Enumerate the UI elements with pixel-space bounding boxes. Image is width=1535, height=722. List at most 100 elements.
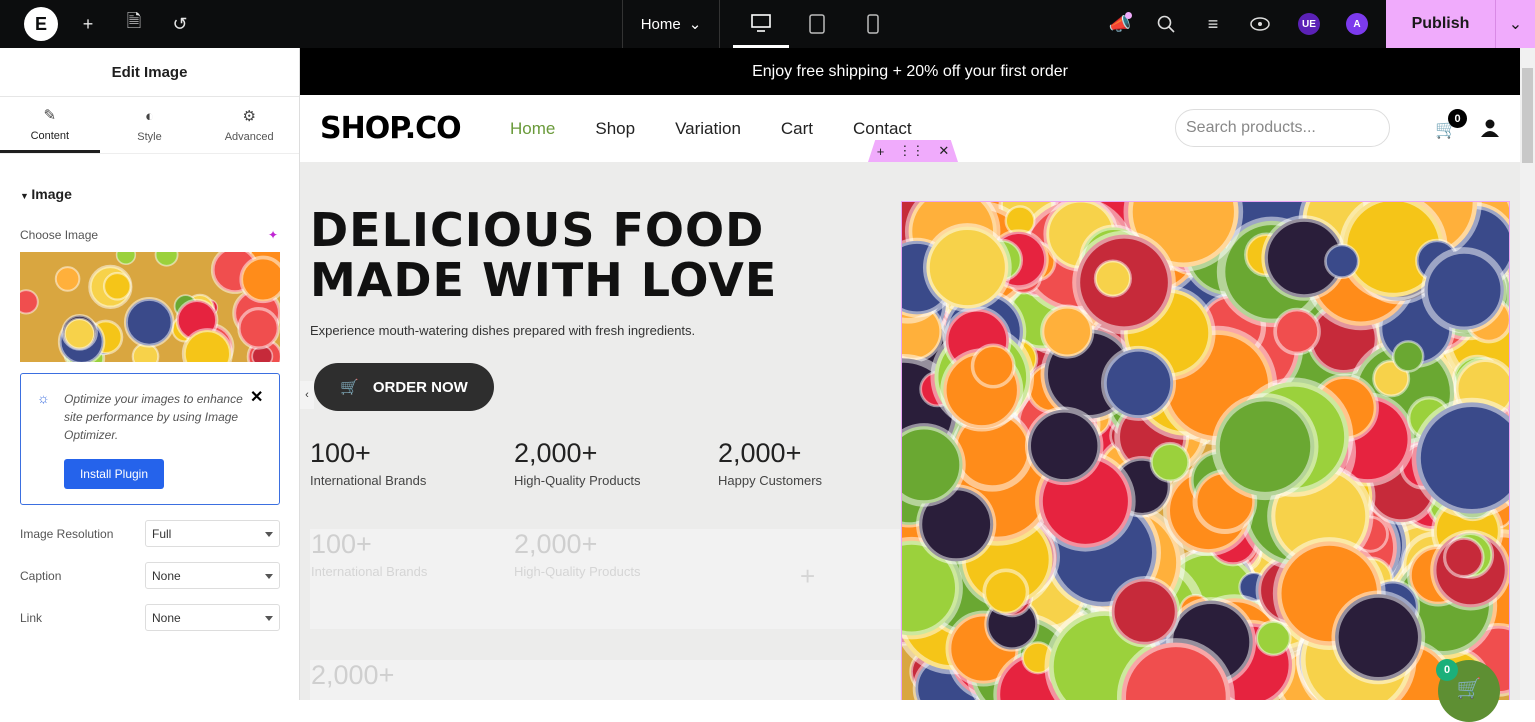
tablet-icon[interactable] (789, 0, 845, 48)
page-settings-icon[interactable]: 🗎 (122, 11, 146, 36)
tab-advanced[interactable]: ⚙ Advanced (199, 97, 299, 153)
add-element-icon[interactable]: + (800, 561, 815, 592)
tab-style[interactable]: ◐ Style (100, 97, 200, 153)
collapse-panel-button[interactable]: ‹ (300, 381, 314, 409)
stat-label: High-Quality Products (514, 564, 641, 579)
history-icon[interactable]: ↺ (168, 12, 192, 36)
elementor-logo[interactable]: E (24, 7, 58, 41)
tab-content[interactable]: ✎ Content (0, 97, 100, 153)
close-icon[interactable]: ✕ (250, 387, 263, 407)
nav-home[interactable]: Home (510, 119, 555, 139)
editor-topbar: E + 🗎 ↺ Home ⌄ 📣 ≡ UE A Publish ⌄ (0, 0, 1535, 48)
mobile-icon[interactable] (845, 0, 901, 48)
fruit-piece (63, 317, 96, 350)
choose-image-label: Choose Image (20, 228, 99, 242)
image-picker[interactable] (20, 252, 280, 362)
page-name: Home (640, 15, 681, 33)
nav-cart[interactable]: Cart (781, 119, 813, 139)
preview-eye-icon[interactable] (1248, 12, 1272, 36)
layers-icon[interactable]: ≡ (1201, 12, 1225, 36)
publish-button[interactable]: Publish (1386, 0, 1495, 48)
a-avatar[interactable]: A (1345, 12, 1369, 36)
link-select[interactable]: None (145, 604, 280, 631)
stat-item: 2,000+ High-Quality Products (514, 438, 640, 488)
fruit-piece (902, 423, 966, 507)
ghost-stat: 2,000+ (311, 660, 394, 691)
ghost-stats-row: 100+ International Brands 2,000+ High-Qual… (310, 529, 900, 629)
ue-avatar[interactable]: UE (1297, 12, 1321, 36)
add-icon[interactable]: + (76, 12, 100, 36)
fruit-piece (181, 328, 233, 362)
gear-icon: ⚙ (242, 108, 256, 125)
image-optimizer-notice: ☼ Optimize your images to enhance site p… (20, 373, 280, 505)
order-now-label: ORDER NOW (372, 378, 468, 396)
cart-icon: 🛒 (340, 379, 359, 396)
search-input[interactable]: Search products... (1175, 109, 1390, 147)
contrast-icon: ◐ (144, 107, 155, 125)
order-now-button[interactable]: 🛒 ORDER NOW (314, 363, 494, 411)
caption-label: Caption (20, 569, 62, 583)
editor-sidebar: Edit Image ✎ Content ◐ Style ⚙ Advanced ▼ I… (0, 48, 300, 700)
caret-down-icon: ▼ (20, 191, 32, 201)
stat-item: 100+ International Brands (310, 438, 426, 488)
cart-count-badge: 0 (1448, 109, 1467, 128)
install-plugin-button[interactable]: Install Plugin (64, 459, 164, 489)
fruit-piece (970, 343, 1016, 389)
link-label: Link (20, 611, 43, 625)
publish-options-chevron-icon[interactable]: ⌄ (1495, 0, 1535, 48)
main-nav: Home Shop Variation Cart Contact (510, 119, 912, 139)
nav-contact[interactable]: Contact (853, 119, 912, 139)
page-selector[interactable]: Home ⌄ (622, 0, 720, 48)
tab-label: Style (137, 130, 162, 143)
hero-title-line: DELICIOUS FOOD (310, 203, 765, 257)
fruit-piece (123, 297, 175, 348)
hero-image[interactable] (901, 201, 1510, 700)
hero-title-line: MADE WITH LOVE (310, 253, 778, 307)
search-icon[interactable] (1154, 12, 1178, 36)
nav-shop[interactable]: Shop (595, 119, 635, 139)
fruit-piece (1421, 247, 1508, 334)
stat-number: 100+ (310, 438, 371, 468)
tab-label: Advanced (224, 131, 274, 143)
fruit-piece (1324, 243, 1360, 280)
fruit-piece (1391, 340, 1425, 373)
fruit-piece (1149, 441, 1191, 483)
cart-icon: 🛒 (1456, 678, 1482, 700)
announcement-icon[interactable]: 📣 (1108, 12, 1132, 36)
image-section-toggle[interactable]: ▼ Image (20, 186, 72, 202)
user-icon[interactable] (1481, 119, 1499, 142)
stat-item: 2,000+ Happy Customers (718, 438, 822, 488)
close-icon[interactable]: ✕ (938, 143, 949, 159)
site-logo[interactable]: SHOP.CO (320, 111, 462, 146)
add-icon[interactable]: + (877, 144, 885, 159)
caption-select[interactable]: None (145, 562, 280, 589)
fruit-piece (239, 255, 280, 304)
stat-number: 2,000+ (514, 438, 598, 468)
stat-number: 100+ (311, 529, 372, 559)
scrollbar-thumb[interactable] (1522, 68, 1533, 163)
floating-cart-badge: 0 (1436, 659, 1458, 681)
ghost-stat: 100+ International Brands (311, 529, 427, 579)
chevron-down-icon: ⌄ (688, 16, 702, 33)
image-resolution-select[interactable]: Full (145, 520, 280, 547)
stat-number: 2,000+ (514, 529, 598, 559)
drag-icon[interactable]: ⋮⋮ (898, 143, 924, 159)
fruit-piece (1093, 259, 1132, 298)
section-handle[interactable]: + ⋮⋮ ✕ (868, 140, 958, 162)
tab-label: Content (30, 129, 70, 142)
scrollbar[interactable] (1520, 48, 1535, 700)
fruit-piece (20, 289, 39, 315)
fruit-piece (1109, 576, 1181, 648)
stat-number: 2,000+ (718, 438, 802, 468)
ue-avatar-text: UE (1298, 13, 1320, 35)
nav-variation[interactable]: Variation (675, 119, 741, 139)
desktop-icon[interactable] (733, 0, 789, 48)
fruit-piece (1024, 406, 1104, 486)
stat-label: Happy Customers (718, 473, 823, 488)
ai-sparkle-icon[interactable]: ✦ (268, 228, 278, 242)
lightbulb-icon: ☼ (37, 390, 50, 406)
fruit-piece (1442, 536, 1485, 579)
fruit-piece (1273, 307, 1321, 356)
fruit-piece (154, 252, 179, 267)
notice-text: Optimize your images to enhance site per… (64, 392, 243, 442)
